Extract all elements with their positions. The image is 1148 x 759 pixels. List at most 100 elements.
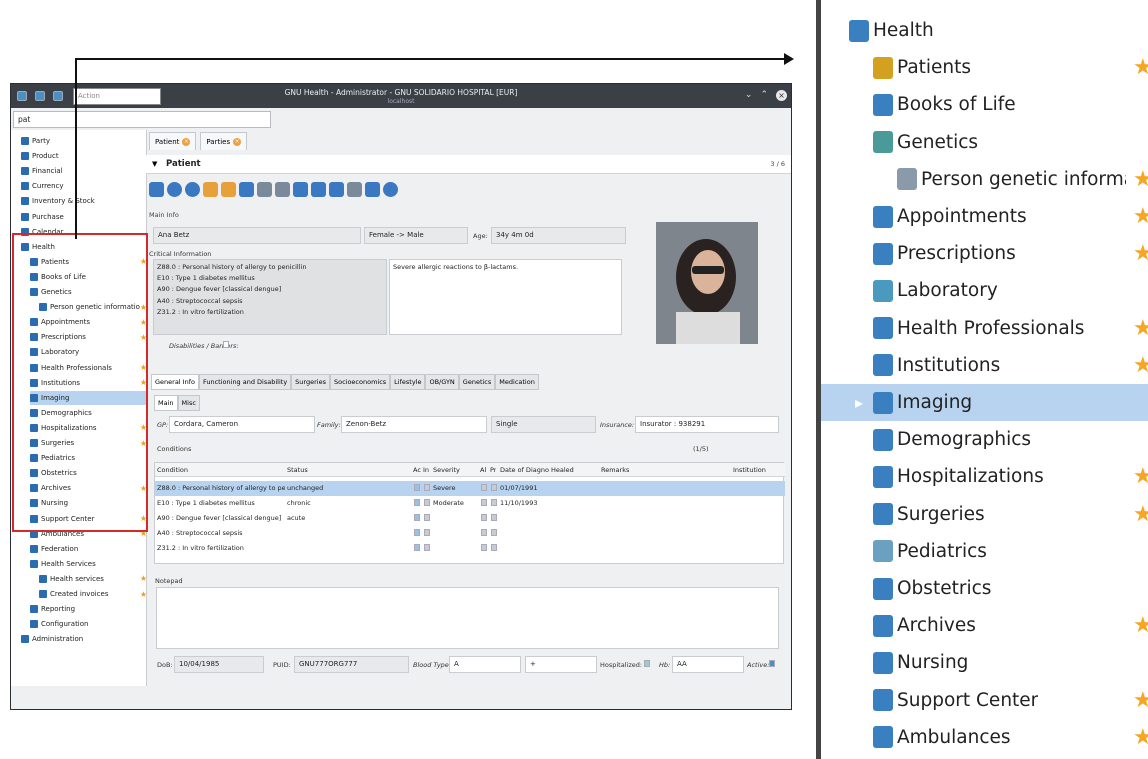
active-checkbox[interactable] [414,484,420,491]
next-icon[interactable] [185,182,200,197]
table-row[interactable]: Z31.2 : In vitro fertilization [155,541,785,556]
sidebar-item[interactable]: Person genetic informatio ★ [39,300,147,314]
zoom-menu-item[interactable]: Laboratory [821,272,1148,309]
menu-search-input[interactable]: pat [13,111,271,128]
sidebar-item[interactable]: Imaging [30,390,147,405]
sidebar-item[interactable]: Administration [21,632,147,646]
sidebar-item[interactable]: Currency [21,179,147,193]
expand-arrow-icon[interactable]: ▸ [855,393,863,412]
star-icon[interactable]: ★ [140,484,147,493]
reload-icon[interactable] [239,182,254,197]
save-icon[interactable] [221,182,236,197]
zoom-menu-item[interactable]: Support Center ★ [821,682,1148,719]
subtab[interactable]: Surgeries [291,374,330,390]
allergy-checkbox[interactable] [481,529,487,536]
puid-field[interactable]: GNU777ORG777 [294,656,409,673]
patient-name-field[interactable]: Ana Betz [153,227,361,244]
subtab[interactable]: Medication [495,374,539,390]
sidebar-item[interactable]: Support Center ★ [30,512,147,526]
star-icon[interactable]: ★ [1133,725,1148,750]
column-header[interactable]: Healed [551,466,574,474]
table-row[interactable]: E10 : Type 1 diabetes mellitus chronic Mod… [155,496,785,511]
collapse-arrow-icon[interactable]: ▼ [152,160,157,168]
column-header[interactable]: Ac [413,466,421,474]
tab-main[interactable]: Main [154,395,178,411]
pregnancy-checkbox[interactable] [491,499,497,506]
active-checkbox[interactable] [414,514,420,521]
gp-field[interactable]: Cordara, Cameron [169,416,315,433]
previous-icon[interactable] [167,182,182,197]
column-header[interactable]: Institution [733,466,766,474]
zoom-menu-item[interactable]: Ambulances ★ [821,719,1148,756]
subtab[interactable]: OB/GYN [425,374,459,390]
subtab[interactable]: Functioning and Disability [198,374,292,390]
critical-notes[interactable]: Severe allergic reactions to β-lactams. [389,259,622,335]
allergy-checkbox[interactable] [481,514,487,521]
column-header[interactable]: Status [287,466,308,474]
zoom-menu-item[interactable]: Prescriptions ★ [821,235,1148,272]
zoom-menu-item[interactable]: Patients ★ [821,49,1148,86]
globe-icon[interactable] [383,182,398,197]
zoom-menu-item[interactable]: Genetics [821,124,1148,161]
zoom-menu-item[interactable]: Surgeries ★ [821,496,1148,533]
star-icon[interactable]: ★ [140,514,147,523]
menu-icon[interactable] [17,91,27,101]
infectious-checkbox[interactable] [424,499,430,506]
subtab[interactable]: Lifestyle [390,374,426,390]
star-icon[interactable]: ★ [140,423,147,432]
sidebar-item[interactable]: Pediatrics [30,451,147,465]
infectious-checkbox[interactable] [424,544,430,551]
sidebar-item[interactable]: Product [21,149,147,163]
sidebar-item[interactable]: Inventory & Stock [21,194,147,208]
pregnancy-checkbox[interactable] [491,544,497,551]
zoom-menu-item[interactable]: Hospitalizations ★ [821,458,1148,495]
gender-field[interactable]: Female -> Male [364,227,468,244]
active-checkbox[interactable] [414,544,420,551]
star-icon[interactable]: ★ [1133,241,1148,266]
zoom-menu-item[interactable]: ▸ Imaging [821,384,1148,421]
sidebar-item[interactable]: Health Services [30,557,147,571]
note-icon[interactable] [275,182,290,197]
pregnancy-checkbox[interactable] [491,514,497,521]
sidebar-item[interactable]: Health services ★ [39,572,147,586]
sidebar-item[interactable]: Institutions ★ [30,376,147,390]
sidebar-item[interactable]: Genetics [30,285,147,299]
sidebar-item[interactable]: Archives ★ [30,481,147,495]
sidebar-item[interactable]: Configuration [30,617,147,631]
marital-status-select[interactable]: Single [491,416,596,433]
zoom-menu-item[interactable]: Nursing [821,644,1148,681]
star-icon[interactable]: ★ [140,257,147,266]
column-header[interactable]: Severity [433,466,460,474]
home-icon[interactable] [35,91,45,101]
disabilities-checkbox[interactable] [223,341,229,348]
sidebar-item[interactable]: Reporting [30,602,147,616]
new-icon[interactable] [203,182,218,197]
allergy-checkbox[interactable] [481,499,487,506]
zoom-menu-item[interactable]: Person genetic informatio ★ [821,161,1148,198]
table-row[interactable]: Z88.0 : Personal history of allergy to p… [155,481,785,496]
star-icon[interactable]: ★ [1133,55,1148,80]
sidebar-item[interactable]: Calendar [21,225,147,239]
dob-field[interactable]: 10/04/1985 [174,656,264,673]
sidebar-item[interactable]: Financial [21,164,147,178]
active-checkbox[interactable] [769,660,775,667]
zoom-menu-item[interactable]: Books of Life [821,86,1148,123]
star-icon[interactable]: ★ [1133,613,1148,638]
sidebar-item[interactable]: Party [21,134,147,148]
active-checkbox[interactable] [414,499,420,506]
action-input[interactable]: Action [73,88,161,105]
zoom-menu-item[interactable]: Archives ★ [821,607,1148,644]
sidebar-item[interactable]: Ambulances ★ [30,527,147,541]
column-header[interactable]: Pr [490,466,496,474]
star-icon[interactable]: ★ [140,318,147,327]
blood-type-select[interactable]: A [449,656,521,673]
star-icon[interactable]: ★ [1133,688,1148,713]
column-header[interactable]: Al [480,466,486,474]
star-icon[interactable]: ★ [140,378,147,387]
star-icon[interactable]: ★ [1133,316,1148,341]
column-header[interactable]: Date of Diagno [500,466,549,474]
zoom-menu-item[interactable]: Obstetrics [821,570,1148,607]
infectious-checkbox[interactable] [424,529,430,536]
subtab[interactable]: Genetics [458,374,496,390]
allergy-checkbox[interactable] [481,544,487,551]
